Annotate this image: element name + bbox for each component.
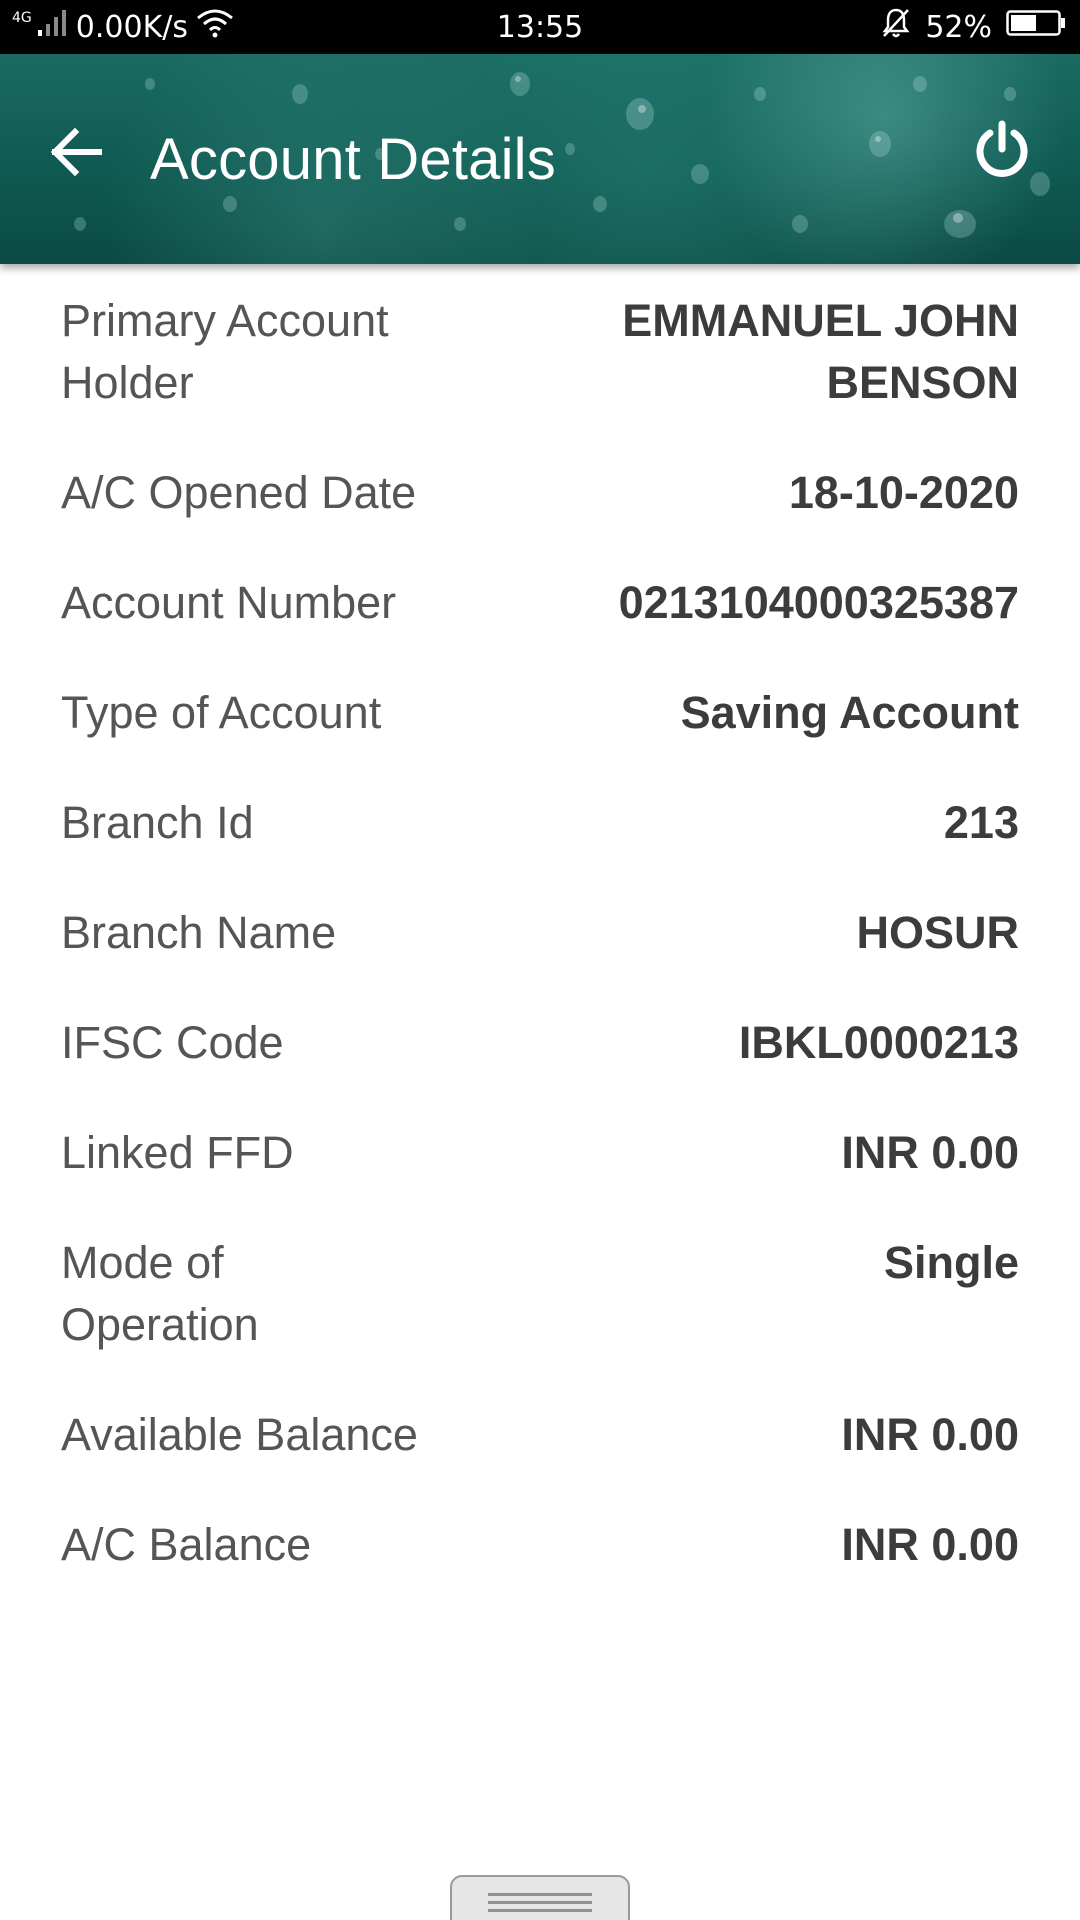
detail-value: Saving Account (680, 687, 1019, 738)
status-right: 52% (881, 0, 1066, 54)
detail-label: Branch Name (61, 907, 337, 958)
arrow-left-icon (49, 127, 103, 182)
mute-bell-icon (881, 7, 911, 47)
detail-row-opened-date: A/C Opened Date 18-10-2020 (61, 462, 1019, 524)
detail-value: IBKL0000213 (738, 1017, 1019, 1068)
detail-row-primary-holder: Primary Account Holder EMMANUEL JOHN BEN… (61, 290, 1019, 414)
app-bar: Account Details (0, 54, 1080, 264)
clock: 13:55 (496, 9, 584, 45)
detail-label: A/C Balance (61, 1519, 312, 1570)
detail-label: IFSC Code (61, 1017, 284, 1068)
detail-label: Linked FFD (61, 1127, 294, 1178)
detail-row-ac-balance: A/C Balance INR 0.00 (61, 1514, 1019, 1576)
detail-value: 213 (943, 797, 1019, 848)
detail-label: Type of Account (61, 687, 382, 738)
detail-row-mode-of-operation: Mode of Operation Single (61, 1232, 1019, 1356)
detail-value: INR 0.00 (841, 1127, 1019, 1178)
detail-value: INR 0.00 (841, 1409, 1019, 1460)
detail-row-linked-ffd: Linked FFD INR 0.00 (61, 1122, 1019, 1184)
detail-value: HOSUR (856, 907, 1019, 958)
logout-button[interactable] (960, 110, 1044, 194)
battery-icon (1006, 9, 1066, 45)
detail-row-account-number: Account Number 0213104000325387 (61, 572, 1019, 634)
network-type: 4G (12, 10, 32, 26)
detail-row-branch-name: Branch Name HOSUR (61, 902, 1019, 964)
detail-label: Available Balance (61, 1409, 418, 1460)
signal-icon (37, 8, 68, 46)
battery-percent: 52% (925, 9, 992, 45)
status-bar: 4G 0.00K/s 13:55 52% (0, 0, 1080, 54)
power-icon (972, 119, 1032, 186)
detail-value: 18-10-2020 (788, 467, 1019, 518)
detail-row-branch-id: Branch Id 213 (61, 792, 1019, 854)
detail-row-available-balance: Available Balance INR 0.00 (61, 1404, 1019, 1466)
detail-value: EMMANUEL JOHN BENSON (622, 295, 1019, 408)
network-speed: 0.00K/s (75, 9, 188, 45)
detail-label: A/C Opened Date (61, 467, 417, 518)
status-left: 4G 0.00K/s (12, 0, 234, 54)
page-title: Account Details (150, 126, 556, 192)
bottom-drawer-handle[interactable] (450, 1875, 630, 1920)
detail-row-ifsc: IFSC Code IBKL0000213 (61, 1012, 1019, 1074)
detail-label: Primary Account Holder (61, 295, 389, 408)
detail-value: INR 0.00 (841, 1519, 1019, 1570)
detail-label: Account Number (61, 577, 397, 628)
detail-row-account-type: Type of Account Saving Account (61, 682, 1019, 744)
detail-value: Single (883, 1237, 1019, 1288)
detail-label: Branch Id (61, 797, 254, 848)
back-button[interactable] (36, 114, 116, 194)
account-details-list: Primary Account Holder EMMANUEL JOHN BEN… (61, 290, 1019, 1624)
detail-label: Mode of Operation (61, 1237, 259, 1350)
wifi-icon (196, 8, 234, 46)
screen: 4G 0.00K/s 13:55 52% Account Details Pri… (0, 0, 1080, 1920)
detail-value: 0213104000325387 (618, 577, 1019, 628)
